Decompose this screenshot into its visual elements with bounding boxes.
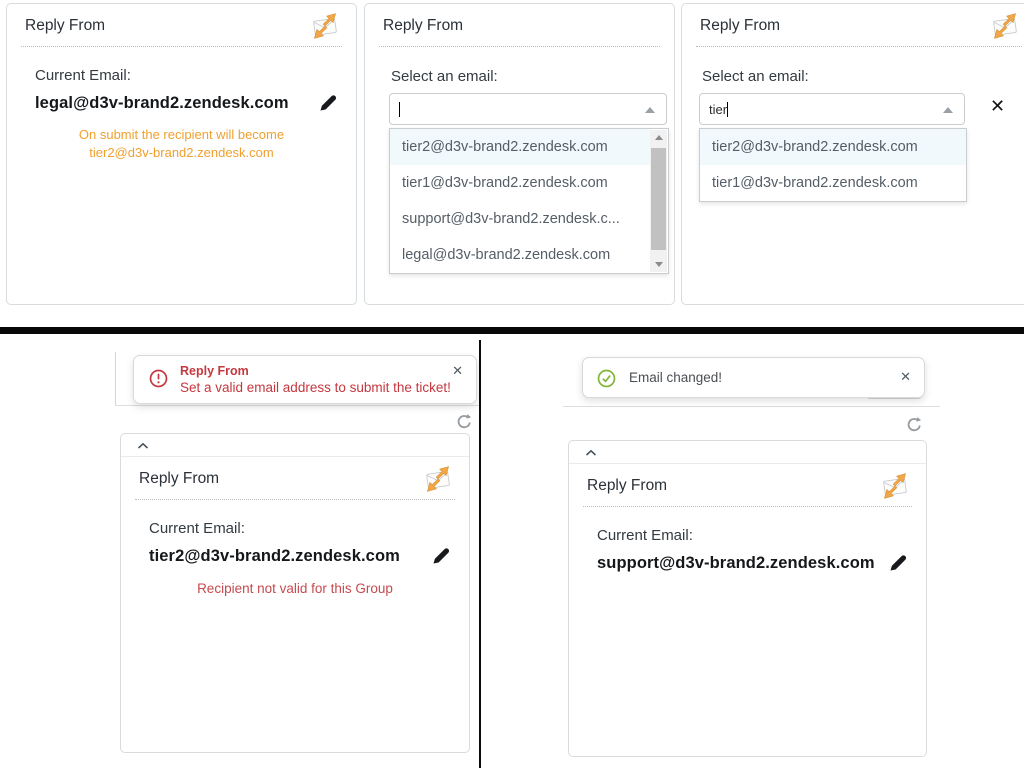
reply-from-panel-select-filtered: Reply From Select an email: tier ✕ tier2… — [681, 3, 1024, 305]
email-option[interactable]: tier1@d3v-brand2.zendesk.com — [700, 165, 966, 201]
reply-from-panel-select-open: Reply From Select an email: tier2@d3v-br… — [364, 3, 675, 305]
panel-header: Reply From — [696, 4, 1022, 47]
chevron-up-icon — [585, 449, 597, 457]
pending-change-line1: On submit the recipient will become — [35, 126, 328, 144]
email-combobox-input[interactable] — [389, 93, 667, 125]
edit-pencil-icon[interactable] — [888, 553, 908, 573]
scroll-up-icon — [655, 135, 663, 140]
panel-title: Reply From — [383, 17, 463, 35]
email-option[interactable]: tier2@d3v-brand2.zendesk.com — [390, 129, 651, 165]
pending-change-notice: On submit the recipient will become tier… — [35, 126, 342, 162]
clear-selection-close-icon[interactable]: ✕ — [990, 97, 1005, 115]
success-check-icon — [597, 369, 616, 388]
text-caret — [727, 102, 728, 117]
app-collapse-bar[interactable] — [569, 441, 926, 464]
panel-header: Reply From — [379, 4, 660, 47]
panel-header: Reply From — [583, 464, 912, 507]
current-email-label: Current Email: — [597, 527, 912, 544]
scroll-down-icon — [655, 262, 663, 267]
panel-title: Reply From — [139, 470, 219, 488]
panel-title: Reply From — [587, 477, 667, 495]
toast-close-icon[interactable]: ✕ — [900, 369, 911, 385]
email-combobox-input[interactable]: tier — [699, 93, 965, 125]
app-collapse-bar[interactable] — [121, 434, 469, 457]
apps-tray-divider — [115, 405, 479, 406]
reply-from-panel-invalid-recipient: Reply From Current Email: tier2@d3v-bran… — [120, 433, 470, 753]
screenshot-collage: Reply From Current Email: legal@d3v-bran… — [0, 0, 1024, 768]
vertical-separator-line — [479, 340, 481, 768]
scrollbar-down-button[interactable] — [650, 257, 667, 272]
dropdown-scrollbar[interactable] — [650, 130, 667, 272]
email-option[interactable]: legal@d3v-brand2.zendesk.com — [390, 237, 651, 273]
success-toast: Email changed! ✕ — [582, 357, 925, 398]
page-edge-line — [115, 352, 116, 405]
panel-header: Reply From — [21, 4, 342, 47]
text-caret — [399, 102, 400, 117]
current-email-label: Current Email: — [149, 520, 455, 537]
combobox-value — [399, 102, 400, 117]
reply-from-app-icon — [880, 469, 910, 503]
toast-message: Set a valid email address to submit the … — [180, 380, 451, 395]
current-email-value: tier2@d3v-brand2.zendesk.com — [149, 547, 400, 566]
reply-from-app-icon — [423, 462, 453, 496]
current-email-value: legal@d3v-brand2.zendesk.com — [35, 94, 289, 113]
chevron-up-icon — [137, 442, 149, 450]
scrollbar-up-button[interactable] — [650, 130, 667, 145]
reply-from-panel-current-email: Reply From Current Email: legal@d3v-bran… — [6, 3, 357, 305]
refresh-apps-icon[interactable] — [455, 413, 472, 430]
email-option[interactable]: tier2@d3v-brand2.zendesk.com — [700, 129, 966, 165]
current-email-label: Current Email: — [35, 67, 342, 84]
panel-title: Reply From — [700, 17, 780, 35]
email-option[interactable]: support@d3v-brand2.zendesk.c... — [390, 201, 651, 237]
refresh-apps-icon[interactable] — [905, 416, 922, 433]
error-toast: Reply From Set a valid email address to … — [133, 355, 477, 404]
select-email-label: Select an email: — [391, 68, 498, 85]
collapse-arrow-icon[interactable] — [943, 107, 953, 113]
edit-pencil-icon[interactable] — [318, 93, 338, 113]
reply-from-panel-changed: Reply From Current Email: support@d3v-br… — [568, 440, 927, 757]
toast-title: Reply From — [180, 364, 249, 378]
collapse-arrow-icon[interactable] — [645, 107, 655, 113]
email-option[interactable]: tier1@d3v-brand2.zendesk.com — [390, 165, 651, 201]
panel-title: Reply From — [25, 17, 105, 35]
horizontal-separator-bar — [0, 327, 1024, 334]
combobox-value: tier — [709, 102, 728, 117]
select-email-label: Select an email: — [702, 68, 809, 85]
invalid-recipient-status: Recipient not valid for this Group — [149, 581, 455, 596]
current-email-value: support@d3v-brand2.zendesk.com — [597, 554, 875, 573]
scrollbar-thumb[interactable] — [651, 148, 666, 250]
alert-icon — [149, 369, 168, 388]
panel-header: Reply From — [135, 457, 455, 500]
email-options-dropdown: tier2@d3v-brand2.zendesk.com tier1@d3v-b… — [389, 128, 669, 274]
email-options-dropdown: tier2@d3v-brand2.zendesk.com tier1@d3v-b… — [699, 128, 967, 202]
edit-pencil-icon[interactable] — [431, 546, 451, 566]
pending-change-line2: tier2@d3v-brand2.zendesk.com — [35, 144, 328, 162]
apps-tray-divider — [563, 406, 940, 407]
reply-from-app-icon — [990, 9, 1020, 43]
toast-message: Email changed! — [629, 370, 722, 385]
toast-close-icon[interactable]: ✕ — [452, 363, 463, 379]
reply-from-app-icon — [310, 9, 340, 43]
